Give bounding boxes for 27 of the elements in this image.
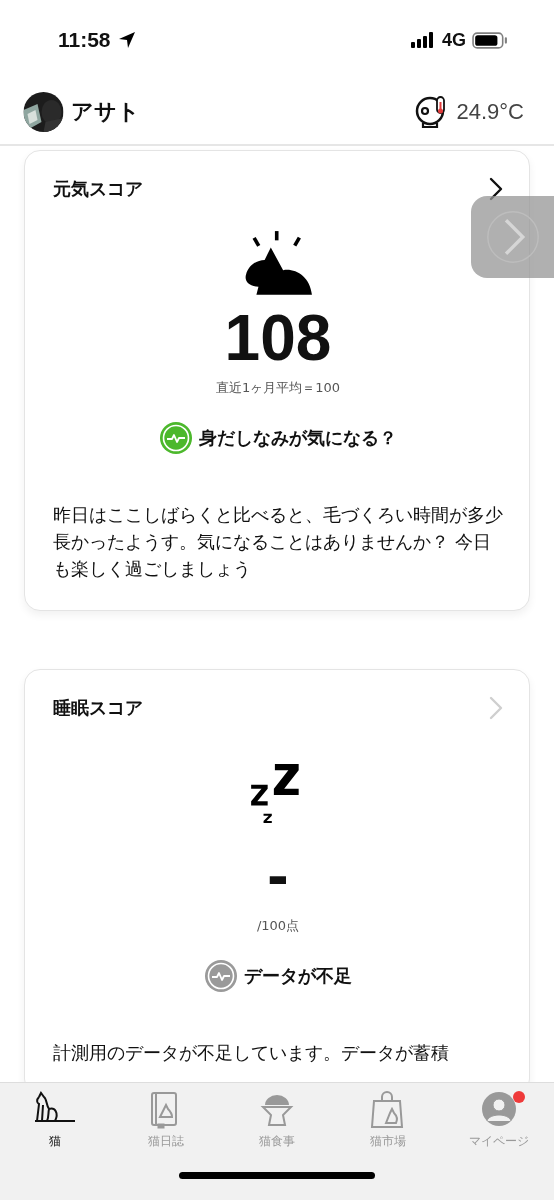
description-text: 昨日はここしばらくと比べると、毛づくろい時間が多少長かったようす。気になることはありませんか？ 今日も楽しく過ごしましょう (53, 503, 503, 582)
status-label: データが不足 (244, 963, 352, 988)
card-title: 元気スコア (53, 177, 143, 201)
signal-icon (410, 32, 436, 48)
status-label: 身だしなみが気になる？ (199, 426, 397, 451)
tab-item[interactable]: マイページ (448, 1091, 549, 1150)
score-value: 108 (224, 303, 332, 374)
score-note: 直近1ヶ月平均＝100 (215, 379, 341, 398)
tab-label: マイページ (468, 1133, 529, 1150)
status-time: 11:58 (58, 28, 111, 52)
tab-item[interactable]: 猫 (5, 1091, 106, 1150)
tab-label: 猫 (49, 1133, 62, 1150)
tab-item[interactable]: 猫食事 (227, 1091, 327, 1150)
tab-label: 猫日誌 (148, 1133, 185, 1150)
card-title: 睡眠スコア (53, 696, 143, 721)
temperature-reading: 24.9°C (456, 99, 524, 125)
tab-label: 猫食事 (259, 1133, 295, 1150)
battery-icon (472, 31, 508, 49)
network-label: 4G (442, 29, 466, 51)
tab-label: 猫市場 (369, 1133, 406, 1150)
tab-item[interactable]: 猫日誌 (116, 1091, 217, 1150)
score-value: - (267, 840, 289, 911)
cat-name[interactable]: アサト (71, 97, 140, 127)
tab-item[interactable]: 猫市場 (337, 1091, 438, 1150)
chevron-right-icon (484, 209, 541, 265)
description-text: 計測用のデータが不足しています。データが蓄積 (53, 1040, 450, 1065)
score-note: /100点 (256, 916, 300, 935)
